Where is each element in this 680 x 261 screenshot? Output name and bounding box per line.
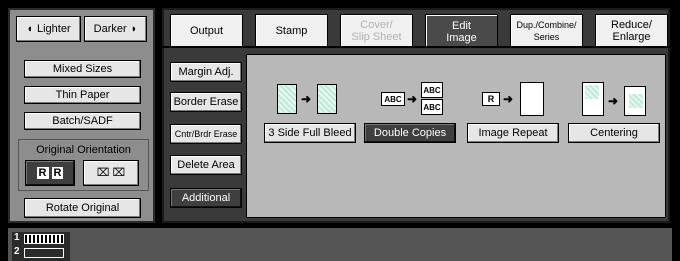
tab-baseline <box>162 46 670 48</box>
orientation-rotated-button[interactable]: ⌧ ⌧ <box>83 160 139 186</box>
darker-arrow-icon: ◗ <box>130 23 138 35</box>
lighter-button[interactable]: ◖ Lighter <box>16 16 81 42</box>
thin-paper-button[interactable]: Thin Paper <box>24 86 141 104</box>
additional-button[interactable]: Additional <box>170 188 242 208</box>
tab-cover-slip-sheet[interactable]: Cover/ Slip Sheet <box>340 14 413 46</box>
double-copies-icon: ABC ➜ ABC ABC <box>381 82 447 118</box>
tab-dup-combine-series[interactable]: Dup./Combine/ Series <box>510 14 583 46</box>
margin-adj-button[interactable]: Margin Adj. <box>170 62 242 82</box>
image-repeat-icon: R ➜ <box>482 82 546 118</box>
tab-stamp[interactable]: Stamp <box>255 14 328 46</box>
three-side-full-bleed-button[interactable]: 3 Side Full Bleed <box>264 123 356 143</box>
batch-sadf-label: Batch/SADF <box>52 115 113 127</box>
job-progress-icon <box>24 234 64 244</box>
tab-output[interactable]: Output <box>170 14 243 46</box>
double-copies-button[interactable]: Double Copies <box>364 123 456 143</box>
lighter-arrow-icon: ◖ <box>26 23 33 35</box>
thin-paper-label: Thin Paper <box>55 89 110 101</box>
orientation-label: Original Orientation <box>36 144 131 156</box>
darker-button[interactable]: Darker ◗ <box>84 16 147 42</box>
image-repeat-button[interactable]: Image Repeat <box>467 123 559 143</box>
batch-sadf-button[interactable]: Batch/SADF <box>24 112 141 130</box>
lighter-label: Lighter <box>37 23 71 35</box>
full-bleed-icon: ➜ <box>277 84 341 116</box>
upright-r-icon: R R <box>36 167 64 179</box>
mixed-sizes-button[interactable]: Mixed Sizes <box>24 60 141 78</box>
cntr-brdr-erase-button[interactable]: Cntr/Brdr Erase <box>170 124 242 144</box>
tab-edit-image[interactable]: Edit Image <box>425 14 498 48</box>
centering-icon: ➜ <box>582 82 648 118</box>
status-line-2: 2 <box>14 246 20 257</box>
mixed-sizes-label: Mixed Sizes <box>52 63 113 75</box>
job-slot-icon <box>24 248 64 258</box>
delete-area-button[interactable]: Delete Area <box>170 155 242 175</box>
status-line-1: 1 <box>14 232 20 243</box>
darker-label: Darker <box>93 23 127 35</box>
orientation-upright-button[interactable]: R R <box>25 160 75 186</box>
rotated-icon: ⌧ ⌧ <box>96 167 126 179</box>
tab-reduce-enlarge[interactable]: Reduce/ Enlarge <box>595 14 668 46</box>
rotate-original-label: Rotate Original <box>45 202 120 214</box>
status-bar <box>8 228 672 261</box>
border-erase-button[interactable]: Border Erase <box>170 92 242 112</box>
rotate-original-button[interactable]: Rotate Original <box>24 198 141 218</box>
centering-button[interactable]: Centering <box>568 123 660 143</box>
